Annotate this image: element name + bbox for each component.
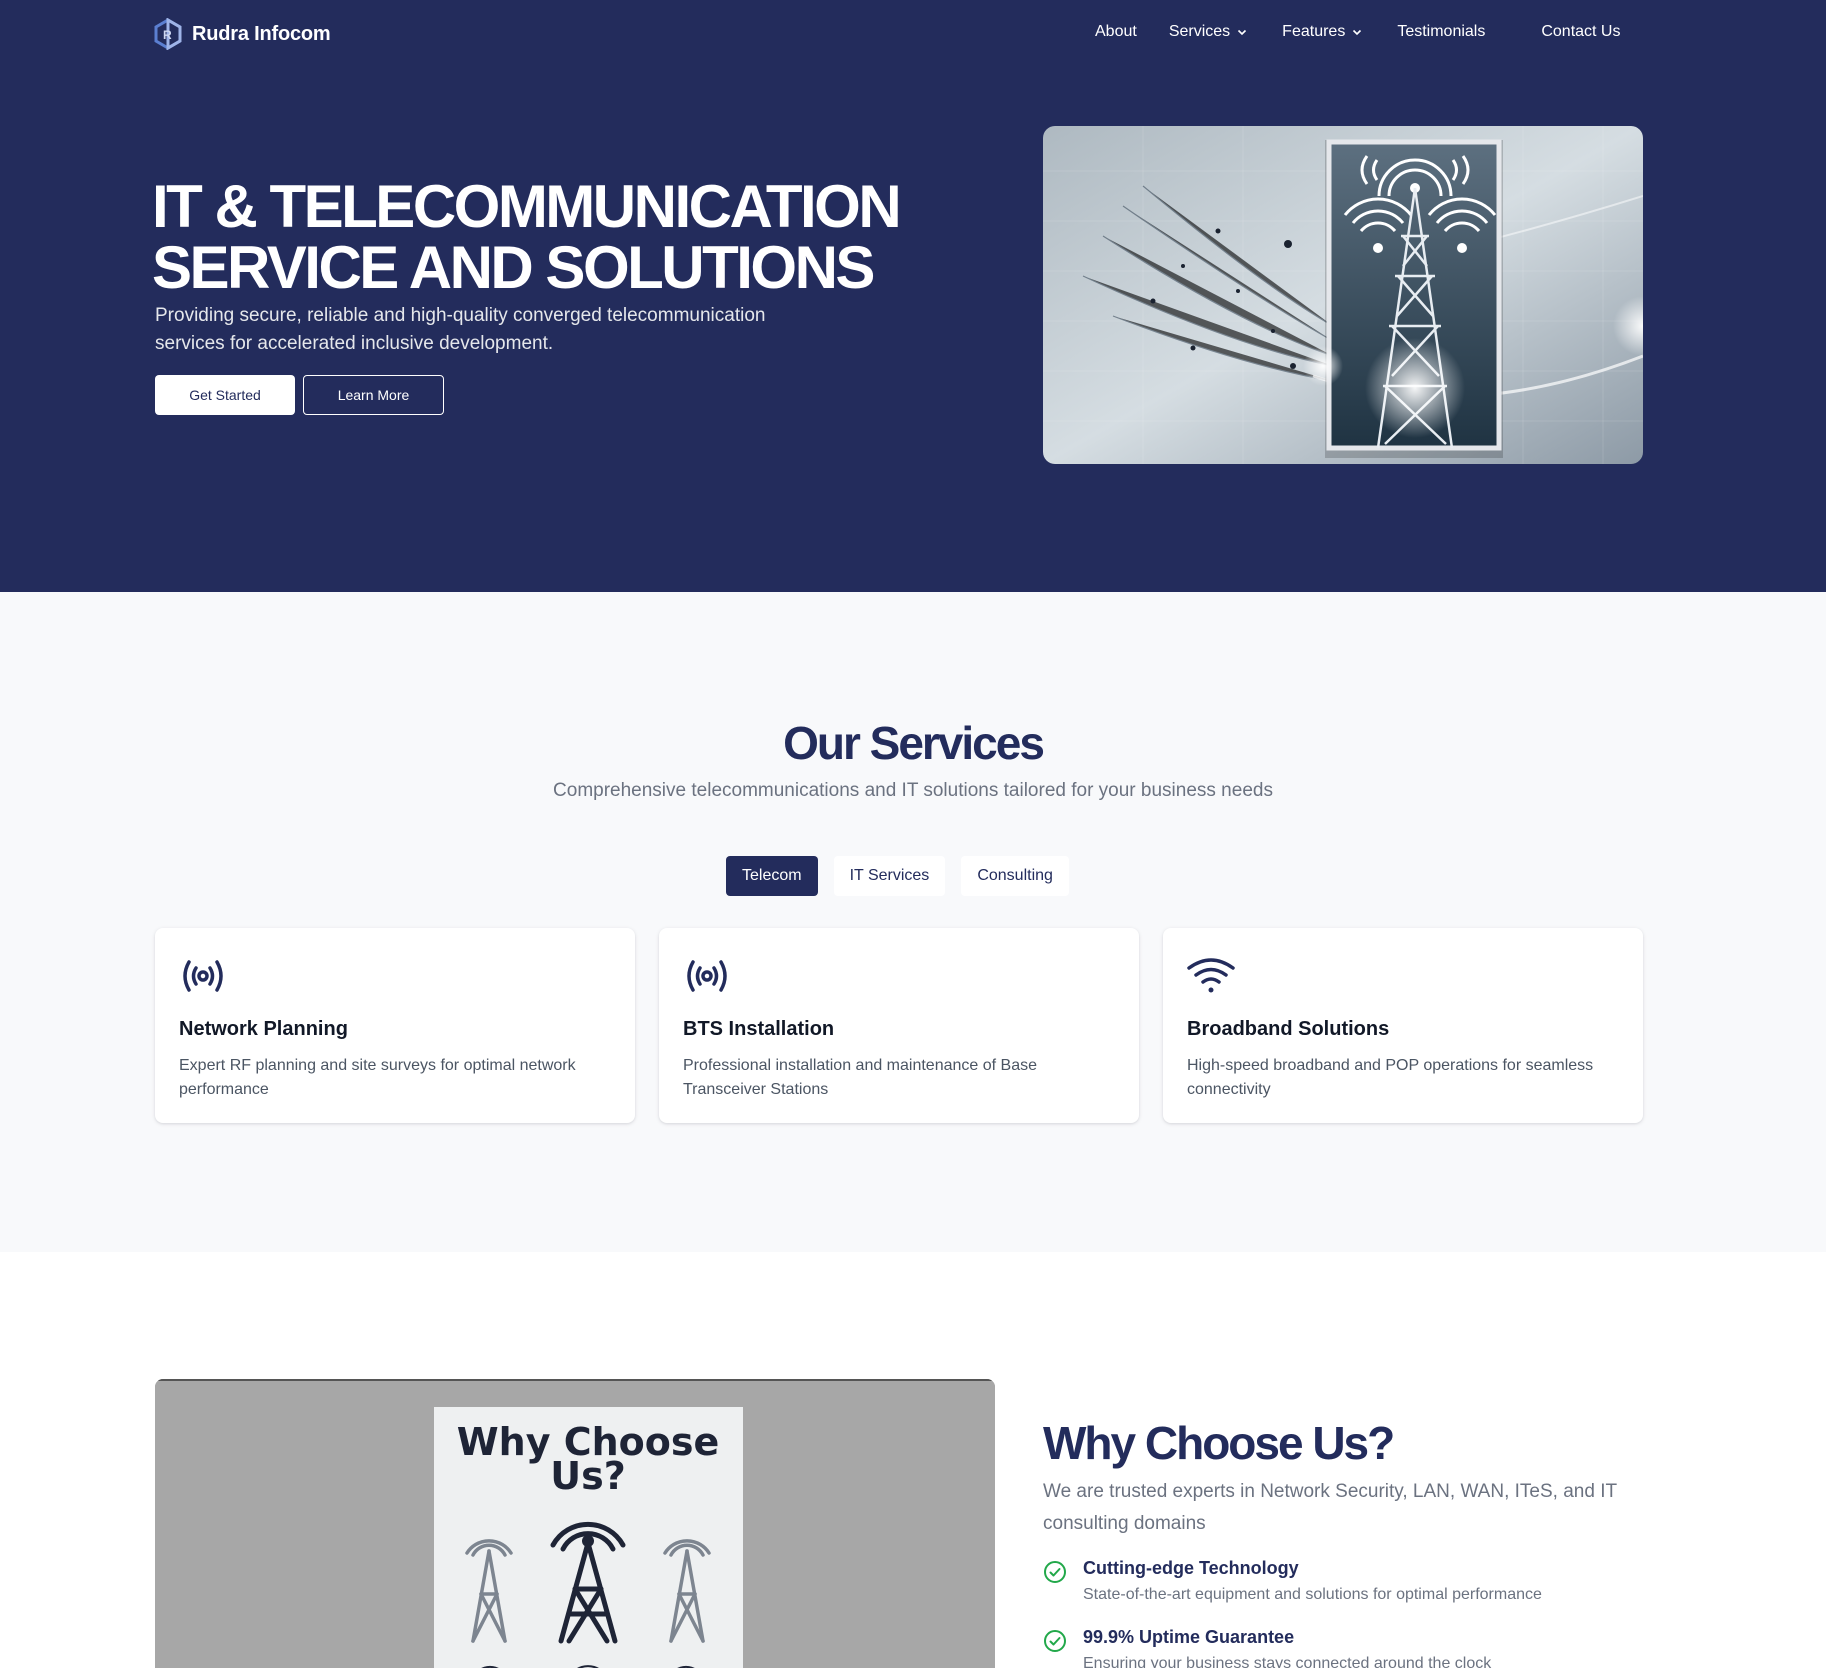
service-card-broadband[interactable]: Broadband Solutions High-speed broadband…	[1163, 928, 1643, 1123]
tab-telecom[interactable]: Telecom	[726, 856, 818, 896]
wifi-icon	[1187, 958, 1235, 993]
feature-description: Ensuring your business stays connected a…	[1083, 1655, 1492, 1668]
check-circle-icon	[1044, 1630, 1066, 1652]
hero-section: R Rudra Infocom About Services Features …	[0, 0, 1826, 592]
broadcast-icon	[183, 960, 223, 992]
nav-features-label: Features	[1282, 23, 1346, 40]
why-title: Why Choose Us?	[1043, 1417, 1395, 1469]
card-description: Expert RF planning and site surveys for …	[179, 1057, 576, 1098]
feature-item: 99.9% Uptime Guarantee Ensuring your bus…	[1043, 1627, 1643, 1668]
card-description: High-speed broadband and POP operations …	[1187, 1057, 1594, 1098]
top-navbar: R Rudra Infocom About Services Features …	[0, 0, 1826, 68]
service-cards: Network Planning Expert RF planning and …	[155, 928, 1643, 1123]
nav-services-label: Services	[1168, 23, 1231, 40]
services-subtitle: Comprehensive telecommunications and IT …	[553, 780, 1273, 801]
feature-description: State-of-the-art equipment and solutions…	[1083, 1586, 1542, 1603]
card-title: Network Planning	[179, 1018, 348, 1040]
tab-it-services[interactable]: IT Services	[833, 856, 946, 896]
hero-image	[1043, 126, 1643, 464]
card-title: BTS Installation	[683, 1018, 835, 1040]
broadcast-icon	[687, 960, 727, 992]
nav-links: About Services Features Testimonials Con…	[1095, 23, 1620, 41]
nav-testimonials-label: Testimonials	[1397, 23, 1486, 40]
tab-consulting[interactable]: Consulting	[961, 856, 1069, 896]
svg-text:R: R	[163, 28, 172, 42]
service-card-network-planning[interactable]: Network Planning Expert RF planning and …	[155, 928, 635, 1123]
nav-contact[interactable]: Contact Us	[1541, 23, 1620, 41]
chevron-down-icon	[1353, 29, 1362, 36]
feature-title: Cutting-edge Technology	[1083, 1558, 1299, 1578]
nav-features[interactable]: Features	[1282, 23, 1363, 41]
hero-title-line1: IT & TELECOMMUNICATION	[152, 173, 902, 240]
card-description: Professional installation and maintenanc…	[683, 1057, 1037, 1098]
nav-contact-label: Contact Us	[1541, 23, 1621, 40]
learn-more-button[interactable]: Learn More	[303, 375, 444, 415]
nav-about[interactable]: About	[1095, 23, 1137, 41]
telecom-tower-illustration	[1043, 126, 1643, 464]
feature-item: Cutting-edge Technology State-of-the-art…	[1043, 1558, 1643, 1608]
chevron-down-icon	[1238, 29, 1247, 36]
nav-testimonials[interactable]: Testimonials	[1397, 23, 1485, 41]
hero-subtitle: Providing secure, reliable and high-qual…	[155, 305, 766, 354]
nav-services[interactable]: Services	[1169, 23, 1248, 41]
check-circle-icon	[1044, 1561, 1066, 1583]
brand[interactable]: R Rudra Infocom	[152, 18, 331, 50]
hero-title: IT & TELECOMMUNICATION SERVICE AND SOLUT…	[152, 176, 912, 298]
feature-title: 99.9% Uptime Guarantee	[1083, 1627, 1295, 1647]
services-title: Our Services	[783, 717, 1045, 769]
why-choose-image: Why Choose Us?	[155, 1379, 995, 1668]
poster-heading-line2: Us?	[550, 1454, 626, 1498]
hero-title-line2: SERVICE AND SOLUTIONS	[152, 234, 875, 301]
service-tabs: Telecom IT Services Consulting	[726, 856, 1069, 896]
card-title: Broadband Solutions	[1187, 1018, 1390, 1040]
brand-name: Rudra Infocom	[192, 22, 331, 45]
get-started-button[interactable]: Get Started	[155, 375, 295, 415]
logo-icon: R	[154, 18, 182, 50]
service-card-bts-installation[interactable]: BTS Installation Professional installati…	[659, 928, 1139, 1123]
services-section: Our Services Comprehensive telecommunica…	[0, 592, 1826, 1252]
why-choose-poster: Why Choose Us?	[155, 1379, 995, 1668]
nav-about-label: About	[1095, 23, 1137, 40]
why-subtitle: We are trusted experts in Network Securi…	[1043, 1481, 1617, 1534]
